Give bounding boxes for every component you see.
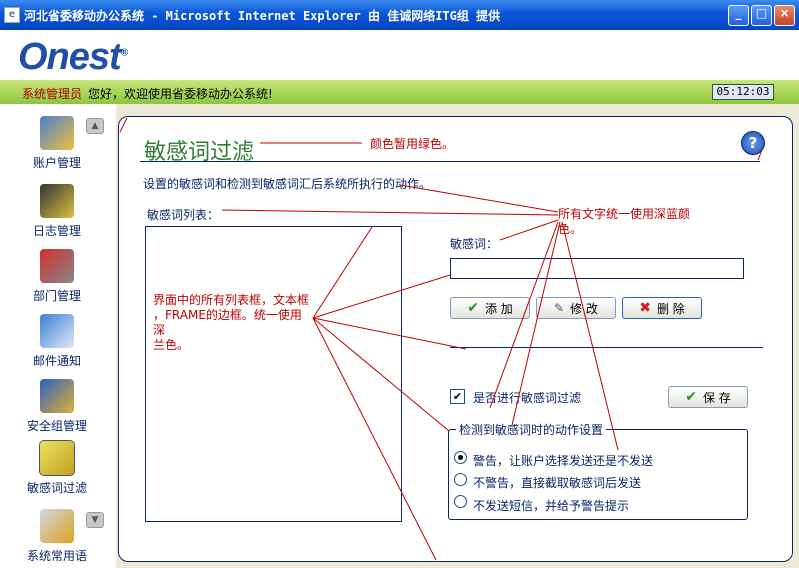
annotation-border-color: 界面中的所有列表框，文本框 ，FRAME的边框。统一使用深 兰色。 (153, 293, 310, 352)
annotation-text-color: 所有文字统一使用深蓝颜 色。 (558, 207, 691, 236)
annotation-overlay (119, 117, 763, 561)
annotation-title-color: 颜色暂用绿色。 (370, 137, 455, 151)
